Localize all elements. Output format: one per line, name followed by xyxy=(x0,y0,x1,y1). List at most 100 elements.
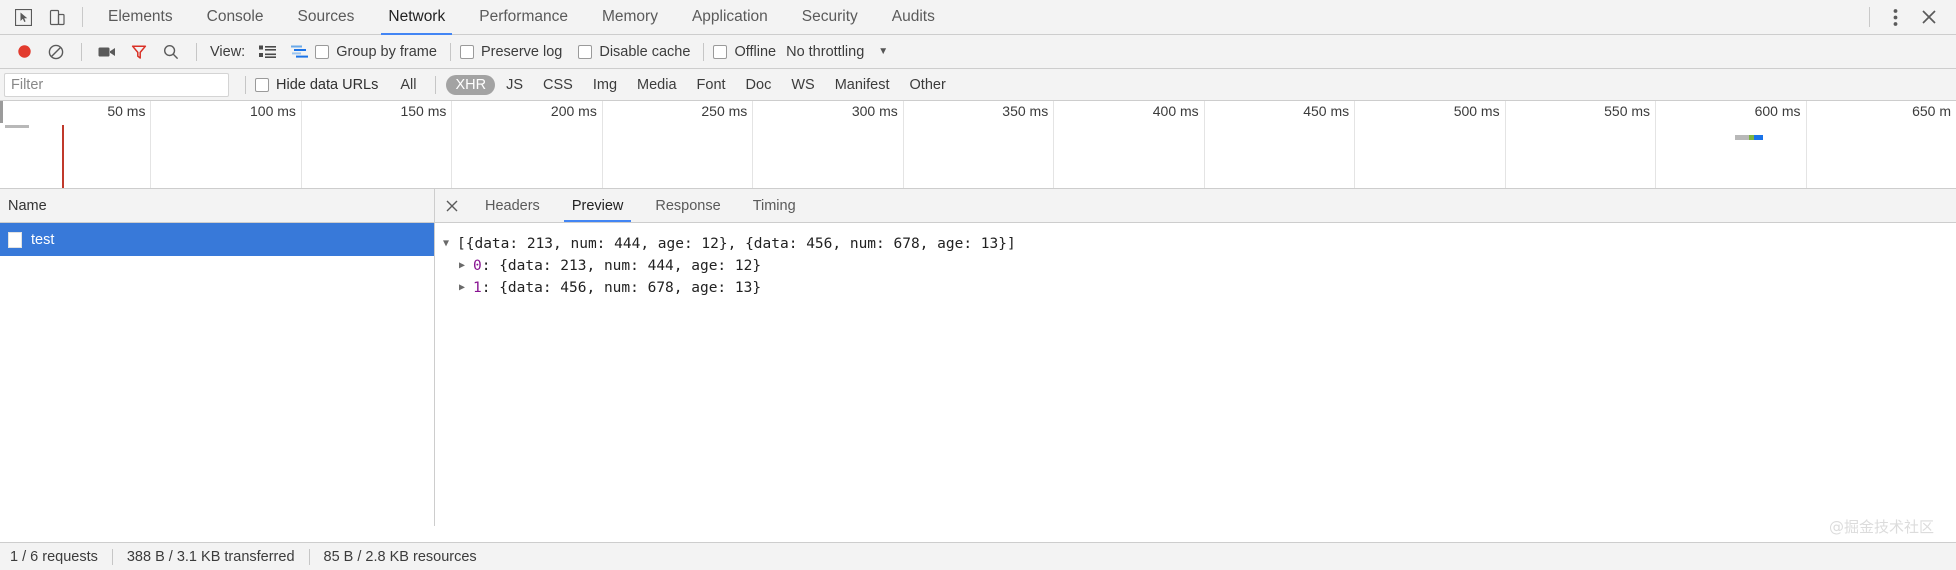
tab-console[interactable]: Console xyxy=(190,0,281,35)
tab-timing[interactable]: Timing xyxy=(737,189,812,222)
device-toolbar-icon[interactable] xyxy=(40,3,74,31)
waterfall-view-icon[interactable] xyxy=(283,39,315,65)
tab-network[interactable]: Network xyxy=(371,0,462,35)
tab-security[interactable]: Security xyxy=(785,0,875,35)
filter-type-other[interactable]: Other xyxy=(901,75,955,95)
filter-type-font[interactable]: Font xyxy=(688,75,735,95)
camera-screenshot-icon[interactable] xyxy=(91,39,123,65)
tab-label: Console xyxy=(206,8,264,25)
json-child-text: : {data: 213, num: 444, age: 12} xyxy=(481,258,762,274)
timeline-tick-label: 500 ms xyxy=(1453,103,1500,119)
disable-cache-label: Disable cache xyxy=(599,43,691,60)
filter-type-label: JS xyxy=(506,76,524,93)
clear-no-entry-icon[interactable] xyxy=(40,39,72,65)
panel-tabs: Elements Console Sources Network Perform… xyxy=(91,0,952,35)
expand-triangle-icon[interactable]: ▶ xyxy=(459,255,473,277)
toolbar-divider-3 xyxy=(449,42,451,61)
tab-response[interactable]: Response xyxy=(639,189,736,222)
timeline-tick-label: 550 ms xyxy=(1604,103,1651,119)
checkbox-box xyxy=(255,77,269,92)
tab-memory[interactable]: Memory xyxy=(585,0,675,35)
timeline-gridline xyxy=(451,101,453,188)
tab-elements[interactable]: Elements xyxy=(91,0,190,35)
network-status-bar: 1 / 6 requests 388 B / 3.1 KB transferre… xyxy=(0,542,1956,570)
inspect-cursor-icon[interactable] xyxy=(6,3,40,31)
status-divider-2 xyxy=(308,548,310,565)
chevron-down-icon: ▼ xyxy=(878,46,889,57)
filter-type-manifest[interactable]: Manifest xyxy=(826,75,899,95)
checkbox-box xyxy=(459,44,474,59)
tab-performance[interactable]: Performance xyxy=(462,0,585,35)
tab-audits[interactable]: Audits xyxy=(875,0,952,35)
request-name: test xyxy=(31,231,55,248)
overview-selection-handle[interactable] xyxy=(5,125,29,128)
expand-triangle-icon[interactable]: ▶ xyxy=(459,277,473,299)
filter-type-css[interactable]: CSS xyxy=(534,75,582,95)
timeline-gridline xyxy=(1655,101,1657,188)
json-root-node[interactable]: ▼ [{data: 213, num: 444, age: 12}, {data… xyxy=(443,233,1956,255)
filter-type-label: Media xyxy=(637,76,677,93)
group-by-frame-checkbox[interactable]: Group by frame xyxy=(315,44,437,60)
group-by-frame-label: Group by frame xyxy=(336,43,437,60)
json-child-text: : {data: 456, num: 678, age: 13} xyxy=(481,280,762,296)
timeline-tick-label: 100 ms xyxy=(250,103,296,119)
filter-type-all[interactable]: All xyxy=(391,75,425,95)
kebab-menu-icon[interactable] xyxy=(1878,3,1912,31)
filter-type-media[interactable]: Media xyxy=(628,75,686,95)
hide-data-urls-checkbox[interactable]: Hide data URLs xyxy=(255,77,378,93)
close-icon[interactable] xyxy=(1912,3,1946,31)
devtools-window: Elements Console Sources Network Perform… xyxy=(0,0,1956,570)
tab-application[interactable]: Application xyxy=(675,0,785,35)
filter-type-xhr[interactable]: XHR xyxy=(446,74,496,95)
disable-cache-checkbox[interactable]: Disable cache xyxy=(578,44,690,60)
overview-left-grip[interactable] xyxy=(0,101,3,123)
filter-type-ws[interactable]: WS xyxy=(782,75,823,95)
column-header-name: Name xyxy=(8,197,47,214)
tab-label: Memory xyxy=(601,8,658,25)
details-tab-label: Preview xyxy=(571,197,624,214)
filter-funnel-icon[interactable] xyxy=(123,39,155,65)
record-circle-icon[interactable] xyxy=(8,39,40,65)
status-transferred: 388 B / 3.1 KB transferred xyxy=(126,548,295,565)
timeline-gridline xyxy=(1805,101,1807,188)
filter-type-label: Font xyxy=(696,76,726,93)
filter-input[interactable]: Filter xyxy=(4,72,229,97)
filter-type-doc[interactable]: Doc xyxy=(737,75,781,95)
tab-label: Elements xyxy=(108,8,173,25)
throttling-value: No throttling xyxy=(786,43,865,60)
request-details-pane: Headers Preview Response Timing ▼ [{data… xyxy=(435,189,1956,526)
json-child-index: 1 xyxy=(473,280,482,296)
request-list-pane: Name test xyxy=(0,189,435,526)
network-overview-timeline[interactable]: 50 ms 100 ms 150 ms 200 ms 250 ms 300 ms 350 m… xyxy=(0,101,1956,189)
timeline-gridline xyxy=(1203,101,1205,188)
timeline-tick-label: 300 ms xyxy=(851,103,898,119)
timeline-ruler: 50 ms 100 ms 150 ms 200 ms 250 ms 300 ms 350 m… xyxy=(0,101,1956,188)
timeline-gridline xyxy=(150,101,152,188)
tabbar-right-divider xyxy=(1869,7,1870,27)
json-child-node[interactable]: ▶ 0 : {data: 213, num: 444, age: 12} xyxy=(443,255,1956,277)
offline-checkbox[interactable]: Offline xyxy=(713,44,776,60)
tab-preview[interactable]: Preview xyxy=(556,189,640,222)
tab-headers[interactable]: Headers xyxy=(469,189,556,222)
table-row[interactable]: test xyxy=(0,223,434,256)
preserve-log-label: Preserve log xyxy=(480,43,563,60)
network-toolbar: View: Group by frame Preserve log Disabl… xyxy=(0,35,1956,69)
timeline-tick-label: 200 ms xyxy=(550,103,597,119)
filter-type-label: Img xyxy=(592,76,618,93)
filter-type-label: Manifest xyxy=(834,76,890,93)
list-view-icon[interactable] xyxy=(251,39,283,65)
filter-type-js[interactable]: JS xyxy=(497,75,532,95)
throttling-dropdown[interactable]: No throttling ▼ xyxy=(780,44,888,60)
tab-label: Sources xyxy=(297,8,355,25)
json-child-node[interactable]: ▶ 1 : {data: 456, num: 678, age: 13} xyxy=(443,277,1956,299)
expand-triangle-icon[interactable]: ▼ xyxy=(443,233,457,255)
close-details-icon[interactable] xyxy=(435,189,469,222)
filter-type-img[interactable]: Img xyxy=(584,75,626,95)
tab-sources[interactable]: Sources xyxy=(281,0,372,35)
details-tab-label: Response xyxy=(655,197,721,214)
filter-type-label: Doc xyxy=(745,76,772,93)
search-icon[interactable] xyxy=(155,39,187,65)
timeline-tick-label: 150 ms xyxy=(400,103,447,119)
preserve-log-checkbox[interactable]: Preserve log xyxy=(459,43,563,60)
filter-bar: Filter Hide data URLs All XHR JS CSS Img… xyxy=(0,69,1956,101)
